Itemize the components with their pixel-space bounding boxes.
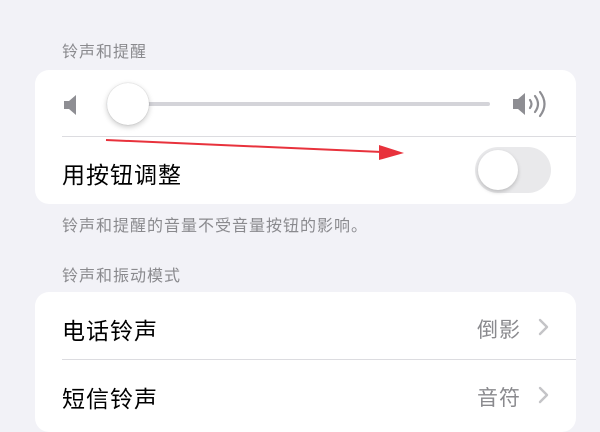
ringer-volume-knob[interactable] xyxy=(107,83,149,125)
speaker-high-icon xyxy=(513,90,546,118)
chevron-right-icon xyxy=(538,386,549,404)
adjust-with-buttons-toggle[interactable] xyxy=(475,147,551,193)
ringer-volume-row xyxy=(35,70,576,137)
ringer-card: 用按钮调整 xyxy=(35,70,576,204)
adjust-with-buttons-label: 用按钮调整 xyxy=(62,163,182,189)
chevron-right-icon xyxy=(538,318,549,336)
text-tone-row[interactable]: 短信铃声 音符 xyxy=(35,360,576,427)
ringer-volume-slider[interactable] xyxy=(107,102,490,106)
patterns-section-header: 铃声和振动模式 xyxy=(62,266,182,285)
patterns-card: 电话铃声 倒影 短信铃声 音符 xyxy=(35,292,576,432)
ringer-footer-note: 铃声和提醒的音量不受音量按钮的影响。 xyxy=(62,216,369,235)
speaker-low-icon xyxy=(64,95,76,115)
ringer-section-header: 铃声和提醒 xyxy=(62,42,148,61)
ringtone-value: 倒影 xyxy=(477,318,521,342)
ringtone-label: 电话铃声 xyxy=(62,319,158,345)
text-tone-value: 音符 xyxy=(477,386,521,410)
ringtone-row[interactable]: 电话铃声 倒影 xyxy=(35,292,576,359)
text-tone-label: 短信铃声 xyxy=(62,387,158,413)
row-divider xyxy=(62,136,576,137)
toggle-knob xyxy=(478,150,518,190)
